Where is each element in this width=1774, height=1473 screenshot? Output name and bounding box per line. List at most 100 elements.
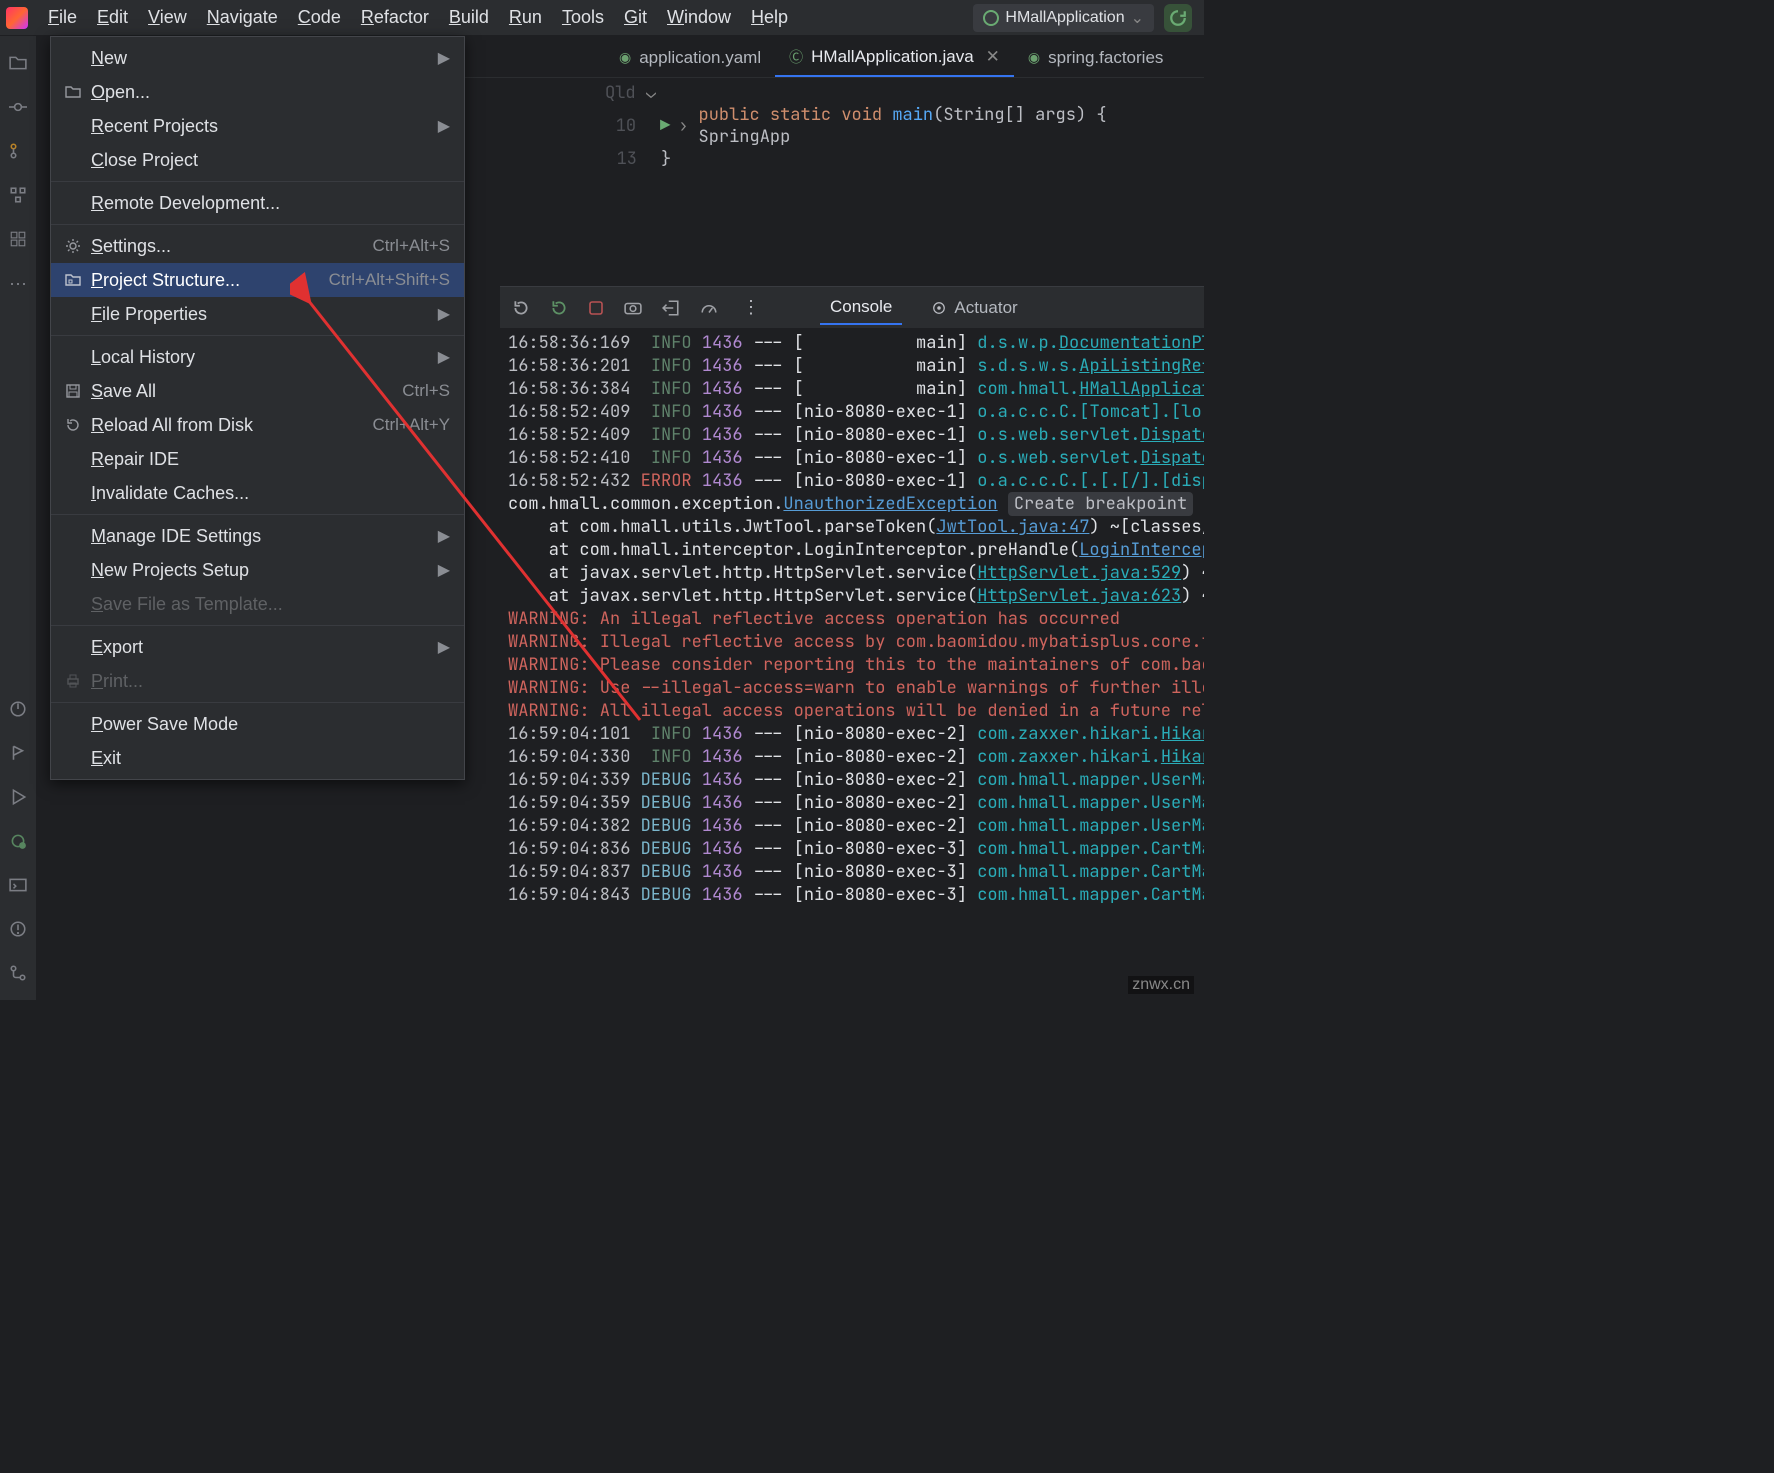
code-line[interactable]: } xyxy=(661,148,671,170)
stop-icon[interactable] xyxy=(588,300,604,316)
editor-tab-spring-factories[interactable]: ◉ spring.factories xyxy=(1014,40,1178,76)
console-line: WARNING: Illegal reflective access by co… xyxy=(508,631,1196,654)
services-icon[interactable] xyxy=(9,230,27,248)
file-menu-export[interactable]: Export▶ xyxy=(51,630,464,664)
menu-item-label: Local History xyxy=(91,347,430,368)
git-icon[interactable] xyxy=(9,964,27,982)
file-menu-save-all[interactable]: Save AllCtrl+S xyxy=(51,374,464,408)
menu-window[interactable]: Window xyxy=(657,3,741,32)
toolbar-right: HMallApplication ⌄ xyxy=(973,4,1204,32)
class-icon: Ⓒ xyxy=(789,47,803,67)
console-line: 16:59:04:382 DEBUG 1436 --- [nio-8080-ex… xyxy=(508,815,1196,838)
run-config-selector[interactable]: HMallApplication ⌄ xyxy=(973,4,1154,32)
tab-console[interactable]: Console xyxy=(820,291,902,325)
file-menu-file-properties[interactable]: File Properties▶ xyxy=(51,297,464,331)
more-icon[interactable]: ⋯ xyxy=(9,274,27,292)
file-menu-reload-all-from-disk[interactable]: Reload All from DiskCtrl+Alt+Y xyxy=(51,408,464,442)
debug-icon[interactable] xyxy=(9,832,27,850)
menu-item-label: Export xyxy=(91,637,430,658)
console-line: com.hmall.common.exception.UnauthorizedE… xyxy=(508,493,1196,516)
spring-icon xyxy=(983,10,999,26)
console-line: 16:59:04:339 DEBUG 1436 --- [nio-8080-ex… xyxy=(508,769,1196,792)
editor-tab-bar: ◉application.yamlⒸHMallApplication.java✕… xyxy=(465,38,1204,78)
menu-item-label: New xyxy=(91,48,430,69)
more-actions-icon[interactable]: ⋮ xyxy=(742,297,760,318)
file-menu-new[interactable]: New ▶ xyxy=(51,41,464,75)
terminal-icon[interactable] xyxy=(9,876,27,894)
menu-code[interactable]: Code xyxy=(288,3,351,32)
save-icon xyxy=(65,383,91,399)
console-line: 16:58:52:432 ERROR 1436 --- [nio-8080-ex… xyxy=(508,470,1196,493)
menu-item-label: File Properties xyxy=(91,304,430,325)
file-menu-power-save-mode[interactable]: Power Save Mode xyxy=(51,707,464,741)
console-output[interactable]: 16:58:36:169 INFO 1436 --- [ main] d.s.w… xyxy=(500,328,1204,976)
pull-request-icon[interactable] xyxy=(9,142,27,160)
menu-git[interactable]: Git xyxy=(614,3,657,32)
file-menu-exit[interactable]: Exit xyxy=(51,741,464,775)
build-icon[interactable] xyxy=(9,744,27,762)
rerun-icon[interactable] xyxy=(512,299,530,317)
spring-icon: ◉ xyxy=(1028,49,1040,66)
menu-edit[interactable]: Edit xyxy=(87,3,138,32)
proj-icon xyxy=(65,272,91,288)
file-menu-manage-ide-settings[interactable]: Manage IDE Settings▶ xyxy=(51,519,464,553)
run-icon[interactable] xyxy=(9,788,27,806)
run-gutter-icon[interactable]: ▶ xyxy=(660,115,670,137)
console-line: WARNING: An illegal reflective access op… xyxy=(508,608,1196,631)
editor-tab-hmallapplication-java[interactable]: ⒸHMallApplication.java✕ xyxy=(775,39,1014,77)
menu-item-label: Save File as Template... xyxy=(91,594,450,615)
camera-icon[interactable] xyxy=(624,299,642,317)
file-menu-project-structure[interactable]: Project Structure...Ctrl+Alt+Shift+S xyxy=(51,263,464,297)
gauge-icon[interactable] xyxy=(700,299,718,317)
file-menu-settings[interactable]: Settings...Ctrl+Alt+S xyxy=(51,229,464,263)
console-line: WARNING: Use --illegal-access=warn to en… xyxy=(508,677,1196,700)
menu-item-label: Recent Projects xyxy=(91,116,430,137)
menu-item-label: Exit xyxy=(91,748,450,769)
sync-button[interactable] xyxy=(1164,4,1192,32)
folder-icon[interactable] xyxy=(9,54,27,72)
close-icon[interactable]: ✕ xyxy=(986,47,1000,67)
restart-icon[interactable] xyxy=(550,299,568,317)
tab-label: spring.factories xyxy=(1048,48,1163,68)
menu-refactor[interactable]: Refactor xyxy=(351,3,439,32)
menu-build[interactable]: Build xyxy=(439,3,499,32)
code-editor[interactable]: Qld ⌄ 10▶›public static void main(String… xyxy=(465,78,1204,278)
menu-tools[interactable]: Tools xyxy=(552,3,614,32)
console-line: 16:59:04:837 DEBUG 1436 --- [nio-8080-ex… xyxy=(508,861,1196,884)
fold-icon[interactable]: › xyxy=(678,115,688,137)
menu-help[interactable]: Help xyxy=(741,3,798,32)
menu-navigate[interactable]: Navigate xyxy=(197,3,288,32)
tab-actuator[interactable]: Actuator xyxy=(922,292,1027,324)
ide-logo-icon xyxy=(6,7,28,29)
code-line[interactable]: public static void main(String[] args) {… xyxy=(699,104,1195,148)
menu-item-label: New Projects Setup xyxy=(91,560,430,581)
file-menu-invalidate-caches[interactable]: Invalidate Caches... xyxy=(51,476,464,510)
commit-icon[interactable] xyxy=(9,98,27,116)
chevron-down-icon[interactable]: ⌄ xyxy=(646,82,656,104)
submenu-arrow-icon: ▶ xyxy=(438,48,450,68)
file-menu-close-project[interactable]: Close Project xyxy=(51,143,464,177)
file-menu-repair-ide[interactable]: Repair IDE xyxy=(51,442,464,476)
console-line: WARNING: Please consider reporting this … xyxy=(508,654,1196,677)
chevron-down-icon: ⌄ xyxy=(1131,8,1144,28)
problems-icon[interactable] xyxy=(9,920,27,938)
menu-run[interactable]: Run xyxy=(499,3,552,32)
shortcut: Ctrl+Alt+Shift+S xyxy=(329,270,450,290)
file-menu-open[interactable]: Open... xyxy=(51,75,464,109)
file-menu-popup: New ▶ Open...Recent Projects▶Close Project… xyxy=(50,36,465,780)
file-menu-new-projects-setup[interactable]: New Projects Setup▶ xyxy=(51,553,464,587)
profiler-icon[interactable] xyxy=(9,700,27,718)
editor-tab-application-yaml[interactable]: ◉application.yaml xyxy=(605,40,775,76)
console-line: 16:59:04:359 DEBUG 1436 --- [nio-8080-ex… xyxy=(508,792,1196,815)
file-menu-local-history[interactable]: Local History▶ xyxy=(51,340,464,374)
menu-item-label: Remote Development... xyxy=(91,193,450,214)
menu-view[interactable]: View xyxy=(138,3,197,32)
menu-file[interactable]: File xyxy=(38,3,87,32)
file-menu-remote-development[interactable]: Remote Development... xyxy=(51,186,464,220)
folder-icon xyxy=(65,84,91,100)
shortcut: Ctrl+Alt+S xyxy=(373,236,450,256)
structure-icon[interactable] xyxy=(9,186,27,204)
console-line: at javax.servlet.http.HttpServlet.servic… xyxy=(508,562,1196,585)
file-menu-recent-projects[interactable]: Recent Projects▶ xyxy=(51,109,464,143)
exit-icon[interactable] xyxy=(662,299,680,317)
